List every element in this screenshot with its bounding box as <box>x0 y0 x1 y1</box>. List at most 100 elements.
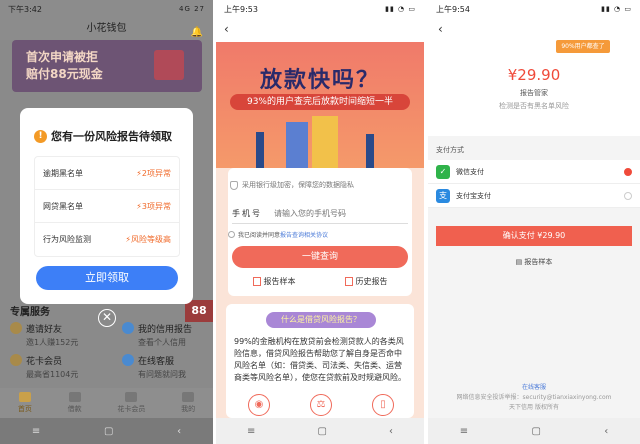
risk-status: ⚡2项异常 <box>136 168 171 178</box>
service-invite[interactable]: 邀请好友 邀1人赚152元 <box>26 322 78 348</box>
payment-method-label: 支付方式 <box>436 146 464 154</box>
tab-label: 花卡会员 <box>117 405 146 413</box>
service-sub: 邀1人赚152元 <box>26 338 79 347</box>
service-name: 我的信用报告 <box>138 325 193 335</box>
illustration-building <box>312 116 338 170</box>
banner-line-2: 赔付88元现金 <box>26 67 103 81</box>
app-title: 小花钱包 <box>86 23 127 34</box>
modal-title: 您有一份风险报告待领取 <box>51 130 172 143</box>
promo-badge[interactable]: 88 <box>185 300 213 322</box>
option-label: 支付宝支付 <box>456 191 491 200</box>
menu-icon[interactable]: ≡ <box>247 426 255 437</box>
system-navbar: ≡ ▢ ‹ <box>428 418 640 444</box>
risk-list: 逾期黑名单 ⚡2项异常 网贷黑名单 ⚡3项异常 行为风险监测 ⚡风险等级高 <box>34 156 180 257</box>
system-navbar: ≡ ▢ ‹ <box>0 418 213 444</box>
phone-label: 手机号 <box>232 209 262 218</box>
tab-member[interactable]: 花卡会员 <box>117 392 145 414</box>
phone-input[interactable] <box>274 209 394 218</box>
agree-text: 我已阅读并同意 <box>238 232 281 239</box>
phone-screen-3: 上午9:54 ▮▮ ◔ ▭ ‹ 90%用户都查了 ¥29.90 报告管家 检测是… <box>428 0 640 444</box>
alipay-icon: 支 <box>436 188 450 203</box>
query-card: 采用银行级加密，保障您的数据隐私 手机号 我已阅读并同意 报告查询相关协议 一键… <box>228 168 412 296</box>
tab-loan[interactable]: 借款 <box>68 392 82 414</box>
shield-icon <box>230 180 238 190</box>
back-nav-icon[interactable]: ‹ <box>177 426 181 437</box>
copyright: 天下信用 版权所有 <box>509 404 559 411</box>
sample-report-link[interactable]: ▤ 报告样本 <box>428 257 640 267</box>
report-icon <box>122 322 134 334</box>
price: ¥29.90 <box>507 66 561 84</box>
loan-icon <box>68 392 81 402</box>
service-name: 在线客服 <box>138 357 175 367</box>
agreement: 我已阅读并同意 报告查询相关协议 <box>228 230 328 239</box>
claim-button[interactable]: 立即领取 <box>36 266 178 290</box>
invite-icon <box>10 322 22 334</box>
payment-option-alipay[interactable]: 支 支付宝支付 <box>428 184 640 208</box>
history-icon <box>344 277 353 286</box>
menu-icon[interactable]: ≡ <box>32 426 40 437</box>
home-nav-icon[interactable]: ▢ <box>317 426 326 437</box>
service-member[interactable]: 花卡会员 最高省1104元 <box>26 354 78 380</box>
wechat-pay-icon: ✓ <box>436 164 450 179</box>
payment-option-wechat[interactable]: ✓ 微信支付 <box>428 160 640 184</box>
service-sub: 最高省1104元 <box>26 370 79 379</box>
home-nav-icon[interactable]: ▢ <box>531 426 540 437</box>
member-card-icon <box>10 354 22 366</box>
complaint-contact: 网络信息安全投诉举报：security@tianxiaxinyong.com <box>456 394 612 401</box>
support-link[interactable]: 在线客服 <box>428 382 640 391</box>
history-report-link[interactable]: 历史报告 <box>344 276 388 287</box>
back-nav-icon[interactable]: ‹ <box>604 426 608 437</box>
gift-box-icon <box>154 50 184 80</box>
scale-icon: ⚖ <box>310 394 332 416</box>
home-icon <box>18 392 31 402</box>
promo-banner[interactable]: 首次申请被拒 赔付88元现金 <box>12 40 202 92</box>
illustration-person <box>366 134 374 170</box>
report-links: 报告样本 历史报告 <box>228 276 412 287</box>
risk-label: 行为风险监测 <box>43 235 91 244</box>
popularity-tag: 90%用户都查了 <box>556 40 610 53</box>
phone-screen-2: 上午9:53 ▮▮ ◔ ▭ ‹ 放款快吗？ 93%的用户查完后放款时间缩短一半 … <box>216 0 424 444</box>
selected-radio[interactable] <box>624 167 632 176</box>
phone-icon: ▯ <box>372 394 394 416</box>
tab-mine[interactable]: 我的 <box>181 392 195 414</box>
unselected-radio[interactable] <box>624 191 632 200</box>
list-item: 网贷黑名单 ⚡3项异常 <box>35 190 179 223</box>
back-nav-icon[interactable]: ‹ <box>389 426 393 437</box>
phone-field: 手机号 <box>232 204 408 224</box>
risk-report-modal: ! 您有一份风险报告待领取 逾期黑名单 ⚡2项异常 网贷黑名单 ⚡3项异常 行为… <box>20 108 193 304</box>
tab-home[interactable]: 首页 <box>18 392 32 414</box>
illustration-building <box>286 122 308 170</box>
security-text: 采用银行级加密，保障您的数据隐私 <box>242 181 354 189</box>
tab-label: 我的 <box>181 405 196 413</box>
status-time: 下午3:42 <box>8 4 42 14</box>
confirm-pay-button[interactable]: 确认支付 ¥29.90 <box>436 226 632 246</box>
service-credit-report[interactable]: 我的信用报告 查看个人信用 <box>138 322 192 348</box>
close-icon[interactable]: ✕ <box>98 309 116 327</box>
services-title: 专属服务 <box>10 307 50 318</box>
back-icon[interactable]: ‹ <box>438 22 443 36</box>
service-sub: 有问题就问我 <box>138 370 186 379</box>
status-bar: 上午9:54 ▮▮ ◔ ▭ <box>428 0 640 18</box>
status-indicators: ▮▮ ◔ ▭ <box>601 5 632 13</box>
menu-icon[interactable]: ≡ <box>460 426 468 437</box>
option-label: 微信支付 <box>456 167 484 176</box>
info-section: 什么是借贷风险报告？ 99%的金融机构在放贷前会检测贷款人的各类风险信息，借贷风… <box>226 304 414 418</box>
hero-title: 放款快吗？ <box>259 68 380 93</box>
modal-header: ! 您有一份风险报告待领取 <box>34 128 172 144</box>
sample-report-link[interactable]: 报告样本 <box>252 276 296 287</box>
query-button[interactable]: 一键查询 <box>232 246 408 268</box>
back-icon[interactable]: ‹ <box>224 22 229 36</box>
payment-options: ✓ 微信支付 支 支付宝支付 <box>428 160 640 208</box>
risk-label: 逾期黑名单 <box>43 168 83 178</box>
agree-radio[interactable] <box>228 231 235 238</box>
agreement-link[interactable]: 报告查询相关协议 <box>280 230 328 239</box>
product-description: 检测是否有黑名单风险 <box>499 102 569 110</box>
product-name: 报告管家 <box>520 89 548 97</box>
app-header: 小花钱包 🔔 <box>0 18 213 40</box>
document-icon <box>252 277 261 286</box>
service-support[interactable]: 在线客服 有问题就问我 <box>138 354 186 380</box>
home-nav-icon[interactable]: ▢ <box>104 426 113 437</box>
user-icon <box>182 392 195 402</box>
section-body: 99%的金融机构在放贷前会检测贷款人的各类风险信息，借贷风险报告帮助您了解自身是… <box>234 337 406 382</box>
risk-label: 网贷黑名单 <box>43 201 83 211</box>
